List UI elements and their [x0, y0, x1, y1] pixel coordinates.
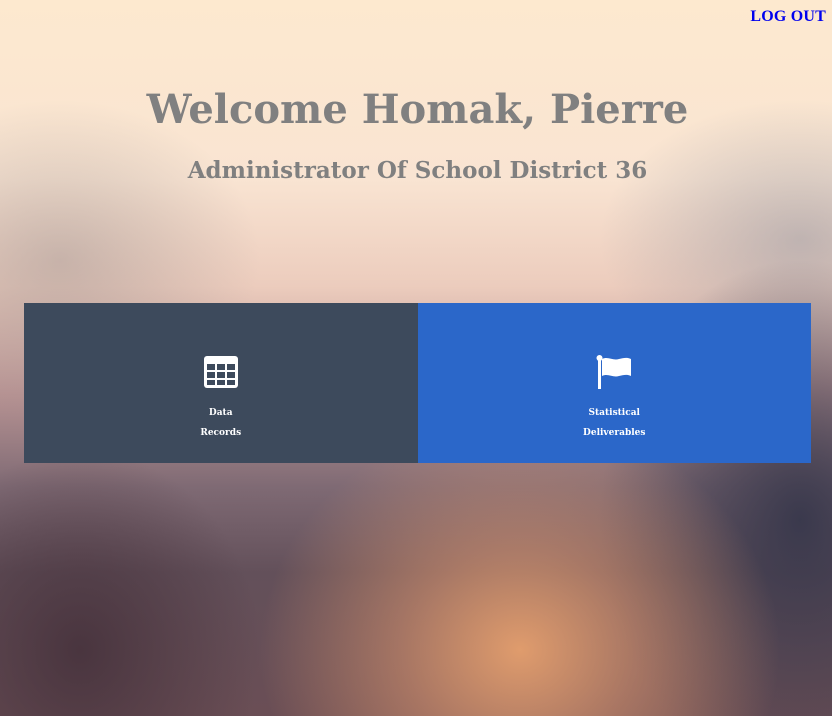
statistical-deliverables-label: Statistical Deliverables: [583, 403, 645, 443]
table-icon: [203, 356, 238, 388]
tile-label-line2: Deliverables: [583, 428, 646, 438]
tile-label-line2: Records: [200, 428, 242, 438]
data-records-label: Data Records: [200, 403, 241, 443]
dashboard-tiles: Data Records Statistical Deliverables: [24, 303, 811, 463]
logout-link[interactable]: LOG OUT: [750, 8, 826, 26]
tile-label-line1: Statistical: [588, 408, 640, 418]
role-subtitle: Administrator Of School District 36: [187, 157, 648, 184]
statistical-deliverables-tile[interactable]: Statistical Deliverables: [417, 303, 811, 463]
data-records-tile[interactable]: Data Records: [24, 303, 418, 463]
tile-label-line1: Data: [208, 408, 233, 418]
welcome-heading: Welcome Homak, Pierre: [146, 86, 689, 133]
flag-icon: [596, 355, 632, 389]
